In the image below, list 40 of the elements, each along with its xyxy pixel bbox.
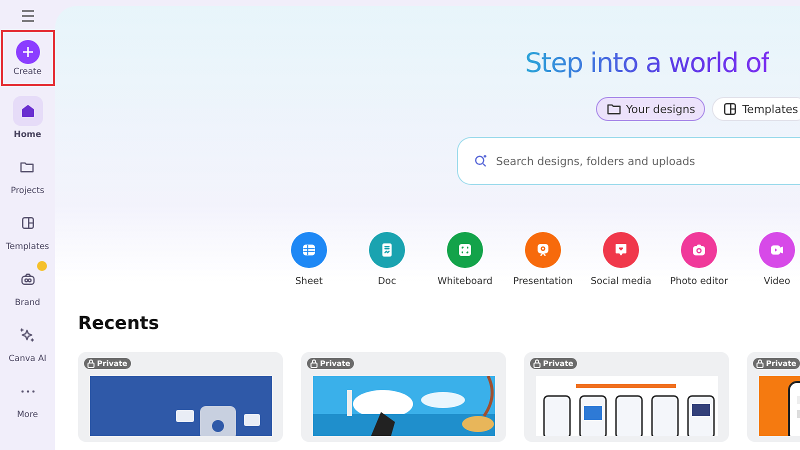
heart-bubble-icon bbox=[613, 242, 629, 258]
category-label[interactable]: Video bbox=[764, 276, 790, 287]
category-label[interactable]: Doc bbox=[378, 276, 396, 287]
sparkle-icon bbox=[19, 327, 36, 343]
category-button[interactable] bbox=[369, 232, 405, 268]
search-icon bbox=[473, 153, 489, 169]
category-label[interactable]: Whiteboard bbox=[437, 276, 493, 287]
section-title: Recents bbox=[78, 313, 160, 334]
category-button[interactable] bbox=[291, 232, 327, 268]
table-icon bbox=[301, 242, 317, 258]
frame-icon bbox=[457, 242, 473, 258]
home-icon bbox=[20, 103, 36, 119]
category-button[interactable] bbox=[447, 232, 483, 268]
nav-label[interactable]: More bbox=[16, 410, 38, 420]
category-button[interactable] bbox=[603, 232, 639, 268]
category-label[interactable]: Photo editor bbox=[670, 276, 728, 287]
category-label[interactable]: Presentation bbox=[513, 276, 573, 287]
nav-label[interactable]: Home bbox=[14, 130, 42, 140]
nav-label[interactable]: Projects bbox=[10, 186, 44, 196]
plus-icon bbox=[16, 40, 40, 64]
category-button[interactable] bbox=[525, 232, 561, 268]
category-label[interactable]: Sheet bbox=[295, 276, 323, 287]
briefcase-icon bbox=[20, 271, 36, 287]
nav-label[interactable]: Canva AI bbox=[8, 354, 46, 364]
filter-chip[interactable]: Your designs bbox=[596, 97, 706, 121]
nav-label[interactable]: Brand bbox=[14, 298, 40, 308]
layout-icon bbox=[20, 215, 36, 231]
camera-icon bbox=[691, 242, 707, 258]
create-button[interactable]: Create bbox=[0, 30, 54, 86]
layout-icon bbox=[722, 101, 738, 117]
search-field[interactable]: Search designs, folders and uploads bbox=[457, 137, 800, 185]
filter-chip[interactable]: Templates bbox=[712, 97, 800, 121]
presentation-icon bbox=[535, 242, 551, 258]
nav-label[interactable]: Templates bbox=[6, 242, 50, 252]
category-button[interactable] bbox=[759, 232, 795, 268]
more-icon bbox=[20, 390, 34, 392]
menu-icon[interactable] bbox=[20, 10, 34, 22]
nav-button[interactable] bbox=[12, 96, 42, 126]
category-label[interactable]: Social media bbox=[590, 276, 652, 287]
category-button[interactable] bbox=[681, 232, 717, 268]
